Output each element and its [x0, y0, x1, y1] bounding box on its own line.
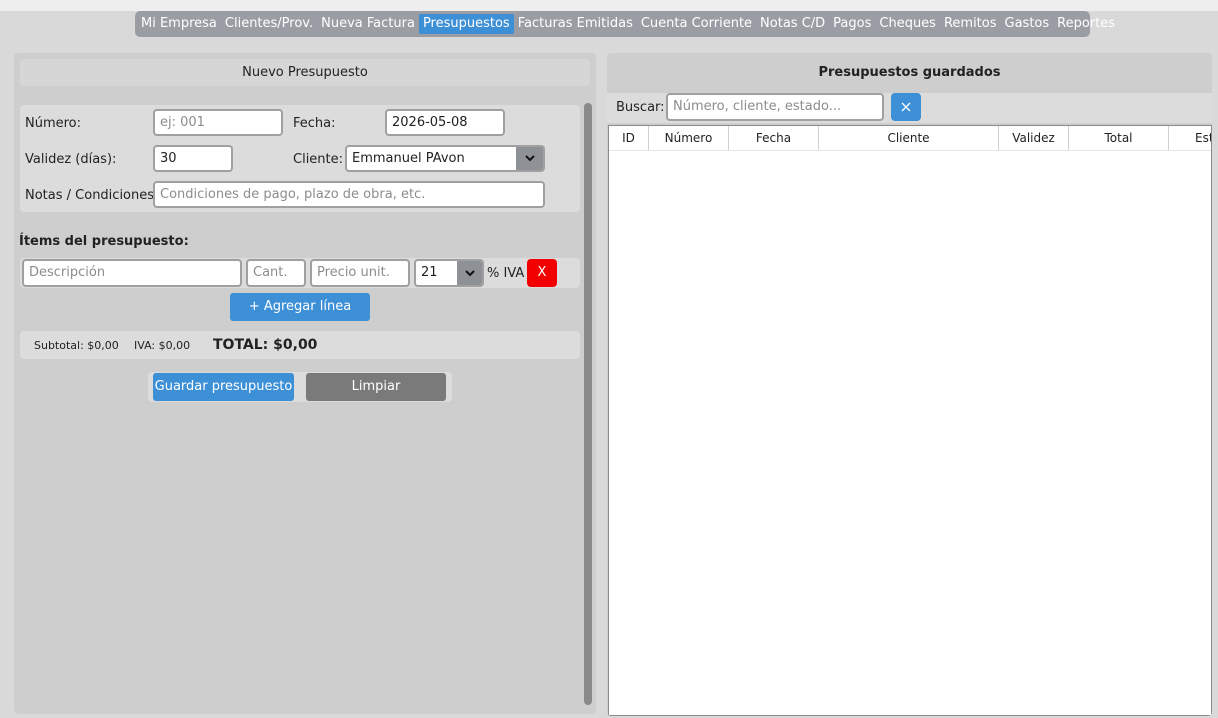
tab-clientes-prov[interactable]: Clientes/Prov. [221, 14, 317, 34]
tab-reportes[interactable]: Reportes [1053, 14, 1119, 34]
new-budget-panel: Nuevo Presupuesto Número: ej: 001 Fecha:… [14, 53, 596, 714]
numero-label: Número: [25, 116, 82, 131]
column-header-estado[interactable]: Est [1169, 126, 1211, 150]
tab-facturas-emitidas[interactable]: Facturas Emitidas [514, 14, 637, 34]
saved-budgets-panel: Presupuestos guardados Buscar: Número, c… [607, 53, 1212, 716]
main-tab-bar: Mi Empresa Clientes/Prov. Nueva Factura … [135, 11, 1115, 37]
notas-label: Notas / Condiciones: [25, 188, 159, 203]
chevron-down-icon [457, 261, 482, 285]
cliente-select[interactable]: Emmanuel PAvon [345, 145, 545, 172]
column-header-id[interactable]: ID [609, 126, 649, 150]
column-header-numero[interactable]: Número [649, 126, 729, 150]
items-section-title: Ítems del presupuesto: [19, 234, 189, 249]
search-input[interactable]: Número, cliente, estado... [666, 93, 884, 121]
search-bar: Buscar: Número, cliente, estado... [607, 93, 1212, 123]
item-line-row: Descripción Cant. Precio unit. 21 % IVA … [20, 258, 580, 288]
tab-notas-cd[interactable]: Notas C/D [756, 14, 829, 34]
fecha-label: Fecha: [293, 116, 336, 131]
budget-header-form: Número: ej: 001 Fecha: 2026-05-08 Valide… [20, 105, 580, 212]
column-header-fecha[interactable]: Fecha [729, 126, 819, 150]
column-header-total[interactable]: Total [1069, 126, 1169, 150]
cliente-select-value: Emmanuel PAvon [352, 151, 465, 166]
tab-nueva-factura[interactable]: Nueva Factura [317, 14, 419, 34]
fecha-input[interactable]: 2026-05-08 [385, 109, 505, 136]
saved-budgets-table: ID Número Fecha Cliente Validez Total Es… [608, 125, 1212, 716]
iva-total-text: IVA: $0,00 [134, 339, 191, 352]
validez-input[interactable]: 30 [153, 145, 233, 172]
close-icon [901, 102, 911, 112]
validez-label: Validez (días): [25, 152, 117, 167]
tab-cheques[interactable]: Cheques [875, 14, 940, 34]
item-quantity-input[interactable]: Cant. [246, 259, 306, 287]
tab-gastos[interactable]: Gastos [1001, 14, 1054, 34]
chevron-down-icon [516, 147, 543, 170]
form-scrollbar[interactable] [584, 103, 592, 705]
item-iva-select[interactable]: 21 [414, 259, 484, 287]
clear-form-button[interactable]: Limpiar [306, 373, 446, 401]
search-label: Buscar: [616, 100, 665, 115]
form-actions: Guardar presupuesto Limpiar [148, 372, 452, 402]
tab-cuenta-corriente[interactable]: Cuenta Corriente [637, 14, 756, 34]
item-description-input[interactable]: Descripción [22, 259, 242, 287]
saved-budgets-title: Presupuestos guardados [818, 65, 1001, 80]
new-budget-title: Nuevo Presupuesto [20, 59, 590, 86]
tab-presupuestos[interactable]: Presupuestos [418, 14, 514, 34]
grand-total-text: TOTAL: $0,00 [213, 337, 318, 353]
table-header: ID Número Fecha Cliente Validez Total Es… [609, 126, 1211, 150]
item-unit-price-input[interactable]: Precio unit. [310, 259, 410, 287]
totals-row: Subtotal: $0,00 IVA: $0,00 TOTAL: $0,00 [20, 331, 580, 359]
window-top-strip [0, 0, 1218, 11]
tab-pagos[interactable]: Pagos [829, 14, 875, 34]
subtotal-text: Subtotal: $0,00 [34, 339, 119, 352]
header-divider [609, 150, 1211, 151]
numero-input[interactable]: ej: 001 [153, 109, 283, 136]
save-budget-button[interactable]: Guardar presupuesto [153, 373, 294, 401]
remove-item-button[interactable]: X [527, 259, 557, 287]
item-iva-value: 21 [421, 265, 438, 280]
cliente-label: Cliente: [293, 152, 344, 167]
column-header-cliente[interactable]: Cliente [819, 126, 999, 150]
iva-percent-label: % IVA [487, 266, 525, 281]
column-header-validez[interactable]: Validez [999, 126, 1069, 150]
tab-remitos[interactable]: Remitos [940, 14, 1001, 34]
clear-search-button[interactable] [891, 93, 921, 121]
tab-mi-empresa[interactable]: Mi Empresa [137, 14, 221, 34]
add-line-button[interactable]: + Agregar línea [230, 293, 370, 321]
notas-input[interactable]: Condiciones de pago, plazo de obra, etc. [153, 181, 545, 208]
